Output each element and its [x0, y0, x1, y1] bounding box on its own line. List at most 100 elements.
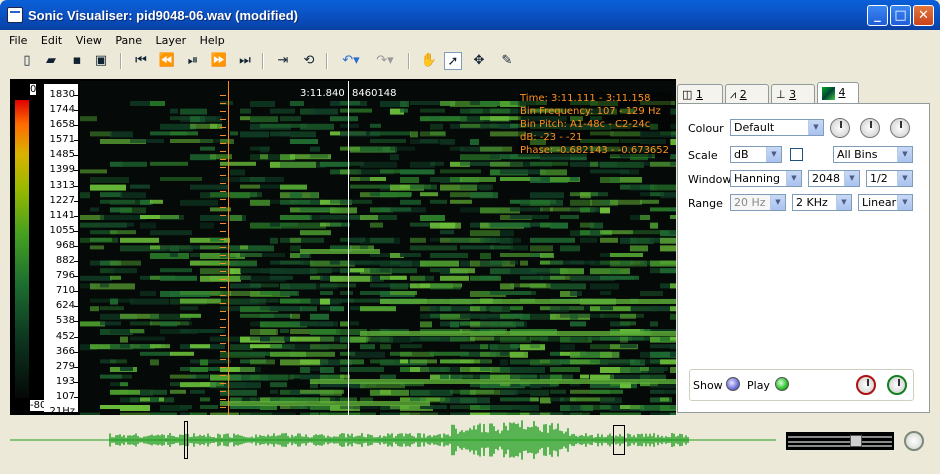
edit-move-icon[interactable]: ✥ [470, 52, 488, 70]
frequency-tick-label: 1399 [49, 164, 75, 176]
menu-file[interactable]: File [4, 32, 32, 47]
cursor-time: 3:11.840 [300, 88, 345, 99]
tab-4[interactable]: 4 [817, 82, 859, 105]
window-type-select[interactable]: Hanning ▼ [730, 170, 802, 187]
menu-view[interactable]: View [71, 32, 107, 47]
frequency-tick-label: 882 [55, 255, 75, 267]
menu-layer[interactable]: Layer [150, 32, 191, 47]
play-selection-icon[interactable]: ⇥ [274, 52, 292, 70]
bins-select[interactable]: All Bins ▼ [833, 146, 913, 163]
new-icon[interactable]: ▯ [18, 52, 36, 70]
colour-rotation-knob[interactable] [830, 118, 850, 138]
frequency-tick-label: 1141 [49, 209, 75, 221]
frequency-tick-label: 1744 [49, 104, 75, 116]
range-max-select[interactable]: 2 KHz ▼ [792, 194, 852, 211]
menu-help[interactable]: Help [195, 32, 230, 47]
frequency-tick-label: 193 [55, 375, 75, 387]
draw-pencil-icon[interactable]: ✎ [498, 52, 516, 70]
playback-pan-knob[interactable] [887, 375, 907, 395]
fast-forward-icon[interactable]: ⏩ [210, 52, 228, 70]
frequency-tick-label: 1313 [49, 179, 75, 191]
frequency-tick-label: 1830 [49, 89, 75, 100]
close-button[interactable]: ✕ [913, 5, 934, 26]
play-toggle[interactable] [775, 377, 789, 391]
menu-bar: File Edit View Pane Layer Help [4, 32, 230, 50]
overlap-select[interactable]: 1/2 ▼ [866, 170, 913, 187]
window-label: Window [688, 173, 732, 186]
playback-position-line [228, 81, 229, 415]
frequency-tick-label: 21Hz [49, 406, 76, 417]
frequency-tick-label: 1485 [49, 149, 75, 161]
menu-edit[interactable]: Edit [36, 32, 67, 47]
frequency-tick-label: 452 [55, 330, 75, 342]
rewind-start-icon[interactable]: ⏮ [132, 52, 150, 70]
range-label: Range [688, 197, 723, 210]
playback-speed-knob[interactable] [904, 431, 924, 451]
frequency-tick-label: 796 [55, 270, 75, 282]
cursor-frame: 8460148 [352, 88, 397, 99]
maximize-button[interactable]: □ [890, 5, 911, 26]
frequency-tick-label: 279 [55, 360, 75, 372]
tab-1[interactable]: ◫ 1 [677, 84, 723, 104]
app-icon [7, 7, 23, 23]
frequency-tick-label: 1658 [49, 119, 75, 131]
minimize-button[interactable]: _ [867, 5, 888, 26]
spectrogram-icon [822, 86, 835, 100]
frequency-tick-label: 624 [55, 300, 75, 312]
select-arrow-icon[interactable]: ➚ [444, 52, 462, 70]
menu-pane[interactable]: Pane [110, 32, 147, 47]
show-label: Show [693, 379, 723, 392]
open-icon[interactable]: ▰ [42, 52, 60, 70]
overview-viewport-box[interactable] [613, 425, 625, 455]
colour-scale: 0 -80 [14, 84, 47, 412]
ruler-icon: ⊥ [776, 88, 786, 101]
toolbar: ▯ ▰ ▪ ▣ ⏮ ⏪ ⏯ ⏩ ⏭ ⇥ ⟲ ↶▾ ↷▾ ✋ ➚ ✥ ✎ [4, 50, 934, 72]
redo-icon[interactable]: ↷▾ [372, 52, 398, 70]
rewind-icon[interactable]: ⏪ [158, 52, 176, 70]
frequency-tick-label: 1227 [49, 194, 75, 206]
scale-select[interactable]: dB ▼ [730, 146, 782, 163]
overview-start-marker[interactable] [184, 421, 188, 459]
colour-scale-bar [15, 100, 29, 398]
waveform-icon: ⩘ [730, 88, 737, 101]
playback-speed-slider[interactable] [850, 435, 862, 447]
title-bar: Sonic Visualiser: pid9048-06.wav (modifi… [0, 0, 940, 30]
scale-label: Scale [688, 149, 718, 162]
info-bin-frequency: Bin Frequency: 107 - 129 Hz [520, 106, 661, 117]
window-title: Sonic Visualiser: pid9048-06.wav (modifi… [28, 8, 298, 23]
info-time: Time: 3:11.111 - 3:11.158 [520, 93, 651, 104]
forward-end-icon[interactable]: ⏭ [236, 52, 254, 70]
frequency-scale: 1830 1744 1658 1571 1485 1399 1313 1227 1141 1055… [44, 84, 78, 417]
frequency-tick-label: 107 [55, 390, 75, 402]
tab-3[interactable]: ⊥ 3 [771, 84, 815, 104]
play-label: Play [747, 379, 770, 392]
frequency-scale-select[interactable]: Linear ▼ [858, 194, 913, 211]
playback-level-meter[interactable] [786, 432, 894, 450]
range-min-select[interactable]: 20 Hz ▼ [730, 194, 786, 211]
playback-gain-knob[interactable] [856, 375, 876, 395]
normalize-checkbox[interactable] [790, 148, 803, 161]
loop-icon[interactable]: ⟲ [300, 52, 318, 70]
measurement-info: Time: 3:11.111 - 3:11.158 Bin Frequency:… [518, 92, 672, 157]
save-icon[interactable]: ▪ [68, 52, 86, 70]
play-pause-icon[interactable]: ⏯ [184, 52, 202, 70]
frequency-tick-label: 538 [55, 315, 75, 327]
colour-scale-top: 0 [30, 84, 37, 95]
pane-icon: ◫ [682, 88, 693, 101]
tab-2[interactable]: ⩘ 2 [725, 84, 769, 104]
show-toggle[interactable] [726, 377, 740, 391]
frequency-tick-label: 1571 [49, 134, 75, 146]
frequency-tick-label: 710 [55, 285, 75, 297]
save-session-icon[interactable]: ▣ [92, 52, 110, 70]
window-size-select[interactable]: 2048 ▼ [808, 170, 860, 187]
frequency-tick-label: 366 [55, 345, 75, 357]
gain-knob[interactable] [890, 118, 910, 138]
overview-waveform[interactable] [10, 420, 776, 462]
colour-select[interactable]: Default ▼ [730, 119, 824, 136]
frequency-tick-label: 968 [55, 239, 75, 251]
navigate-hand-icon[interactable]: ✋ [420, 52, 438, 70]
info-db: dB: -23 - -21 [520, 132, 583, 143]
threshold-knob[interactable] [860, 118, 880, 138]
frequency-tick-label: 1055 [49, 224, 75, 236]
undo-icon[interactable]: ↶▾ [338, 52, 364, 70]
